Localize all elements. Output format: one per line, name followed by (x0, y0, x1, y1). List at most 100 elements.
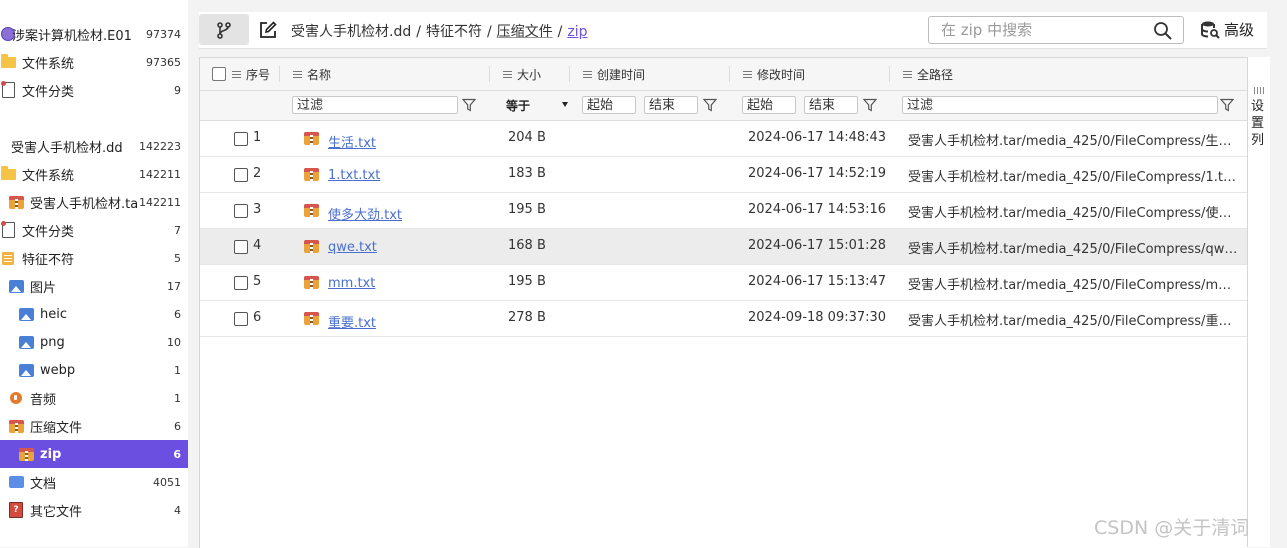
file-size: 195 B (508, 202, 546, 217)
tree-item-file-category-2[interactable]: 文件分类 7 (0, 216, 188, 244)
table-row[interactable]: 1 生活.txt 204 B 2024-06-17 14:48:43 受害人手机… (200, 121, 1248, 157)
archive-file-icon (304, 132, 319, 145)
tree-item-count: 97374 (146, 27, 181, 41)
tree-item-label: 音频 (30, 392, 57, 408)
column-header-label: 全路径 (917, 67, 954, 82)
list-icon (0, 250, 16, 266)
tree-item-other-files[interactable]: ? 其它文件 4 (0, 496, 188, 524)
tree-item-filesystem[interactable]: 文件系统 97365 (0, 48, 188, 76)
tree-item-file-category[interactable]: 文件分类 9 (0, 76, 188, 104)
breadcrumb: 受害人手机检材.dd / 特征不符 / 压缩文件 / zip (291, 21, 588, 41)
row-checkbox[interactable] (234, 312, 248, 326)
modified-time: 2024-09-18 09:37:30 (748, 310, 887, 325)
search-icon[interactable] (1153, 21, 1173, 41)
tree-item-zip[interactable]: zip 6 (0, 440, 188, 468)
tree-item-evidence-dd[interactable]: 受害人手机检材.dd 142223 (0, 132, 188, 160)
column-menu-icon (903, 70, 912, 78)
tree-item-documents[interactable]: 文档 4051 (0, 468, 188, 496)
column-divider[interactable] (729, 66, 730, 82)
breadcrumb-item[interactable]: 特征不符 (426, 24, 482, 40)
column-divider[interactable] (569, 66, 570, 82)
file-name-link[interactable]: 生活.txt (328, 132, 376, 151)
advanced-search-button[interactable]: 高级 (1200, 19, 1254, 40)
search-input[interactable] (939, 19, 1143, 41)
created-start-input[interactable] (582, 96, 636, 114)
tree-item-png[interactable]: png 10 (0, 328, 188, 356)
modified-time: 2024-06-17 14:48:43 (748, 130, 887, 145)
branch-button[interactable] (199, 14, 249, 45)
row-checkbox[interactable] (234, 204, 248, 218)
column-menu-icon (583, 70, 592, 78)
file-name-link[interactable]: qwe.txt (328, 240, 377, 255)
filter-icon[interactable] (863, 98, 877, 112)
edit-icon[interactable] (258, 20, 278, 40)
archive-file-icon (304, 168, 319, 181)
column-header-name[interactable]: 名称 (293, 58, 331, 90)
modified-time: 2024-06-17 15:01:28 (748, 238, 887, 253)
row-seq: 1 (253, 130, 262, 145)
filter-icon[interactable] (462, 98, 476, 112)
modified-start-input[interactable] (742, 96, 796, 114)
archive-file-icon (304, 204, 319, 217)
name-filter-input[interactable] (292, 96, 458, 114)
modified-time: 2024-06-17 14:52:19 (748, 166, 887, 181)
tree-item-webp[interactable]: webp 1 (0, 356, 188, 384)
tree-item-label: 其它文件 (30, 504, 83, 520)
tree-item-audio[interactable]: 音频 1 (0, 384, 188, 412)
tree-item-label: 文件系统 (22, 168, 75, 184)
columns-icon (1254, 87, 1264, 94)
archive-file-icon (304, 312, 319, 325)
column-settings-label: 设置列 (1251, 99, 1265, 148)
breadcrumb-item[interactable]: 受害人手机检材.dd (291, 24, 411, 40)
row-checkbox[interactable] (234, 240, 248, 254)
tree-item-evidence-tar[interactable]: 受害人手机检材.tar 142211 (0, 188, 188, 216)
column-divider[interactable] (489, 66, 490, 82)
column-divider[interactable] (889, 66, 890, 82)
table-row-hovered[interactable]: 4 qwe.txt 168 B 2024-06-17 15:01:28 受害人手… (200, 229, 1248, 265)
tree-item-images[interactable]: 图片 17 (0, 272, 188, 300)
column-header-path[interactable]: 全路径 (903, 58, 953, 90)
column-header-size[interactable]: 大小 (503, 58, 541, 90)
row-checkbox[interactable] (234, 132, 248, 146)
column-header-seq[interactable]: 序号 (232, 58, 270, 90)
file-name-link[interactable]: 1.txt.txt (328, 168, 380, 183)
filter-icon[interactable] (1220, 98, 1234, 112)
column-divider[interactable] (279, 66, 280, 82)
tree-item-count: 7 (174, 223, 181, 237)
select-all-checkbox[interactable] (212, 67, 226, 81)
column-header-created[interactable]: 创建时间 (583, 58, 645, 90)
breadcrumb-item[interactable]: 压缩文件 (497, 24, 553, 40)
archive-icon (8, 194, 24, 210)
row-checkbox[interactable] (234, 168, 248, 182)
filter-icon[interactable] (703, 98, 717, 112)
branch-icon (217, 21, 231, 39)
table-row[interactable]: 2 1.txt.txt 183 B 2024-06-17 14:52:19 受害… (200, 157, 1248, 193)
file-name-link[interactable]: 使多大劲.txt (328, 204, 402, 223)
file-size: 168 B (508, 238, 546, 253)
file-name-link[interactable]: mm.txt (328, 276, 375, 291)
file-name-link[interactable]: 重要.txt (328, 312, 376, 331)
tree-item-archives[interactable]: 压缩文件 6 (0, 412, 188, 440)
tree-item-evidence-e01[interactable]: 涉案计算机检材.E01 97374 (0, 20, 188, 48)
created-end-input[interactable] (644, 96, 698, 114)
tree-item-label: zip (40, 446, 62, 462)
size-operator-select[interactable]: 等于 (506, 96, 568, 115)
tree-item-heic[interactable]: heic 6 (0, 300, 188, 328)
document-icon (0, 221, 16, 238)
column-settings-panel[interactable]: 设置列 (1247, 57, 1270, 547)
row-checkbox[interactable] (234, 276, 248, 290)
modified-end-input[interactable] (804, 96, 858, 114)
tree-item-filesystem-2[interactable]: 文件系统 142211 (0, 160, 188, 188)
table-row[interactable]: 5 mm.txt 195 B 2024-06-17 15:13:47 受害人手机… (200, 265, 1248, 301)
table-row[interactable]: 6 重要.txt 278 B 2024-09-18 09:37:30 受害人手机… (200, 301, 1248, 337)
column-header-label: 名称 (307, 67, 332, 82)
tree-item-label: png (40, 334, 65, 350)
column-header-modified[interactable]: 修改时间 (743, 58, 805, 90)
table-row[interactable]: 3 使多大劲.txt 195 B 2024-06-17 14:53:16 受害人… (200, 193, 1248, 229)
tree-item-count: 6 (174, 419, 181, 433)
document-icon (0, 81, 16, 98)
tree-item-feature-mismatch[interactable]: 特征不符 5 (0, 244, 188, 272)
breadcrumb-current[interactable]: zip (567, 24, 587, 40)
documents-icon (8, 474, 24, 490)
path-filter-input[interactable] (902, 96, 1218, 114)
